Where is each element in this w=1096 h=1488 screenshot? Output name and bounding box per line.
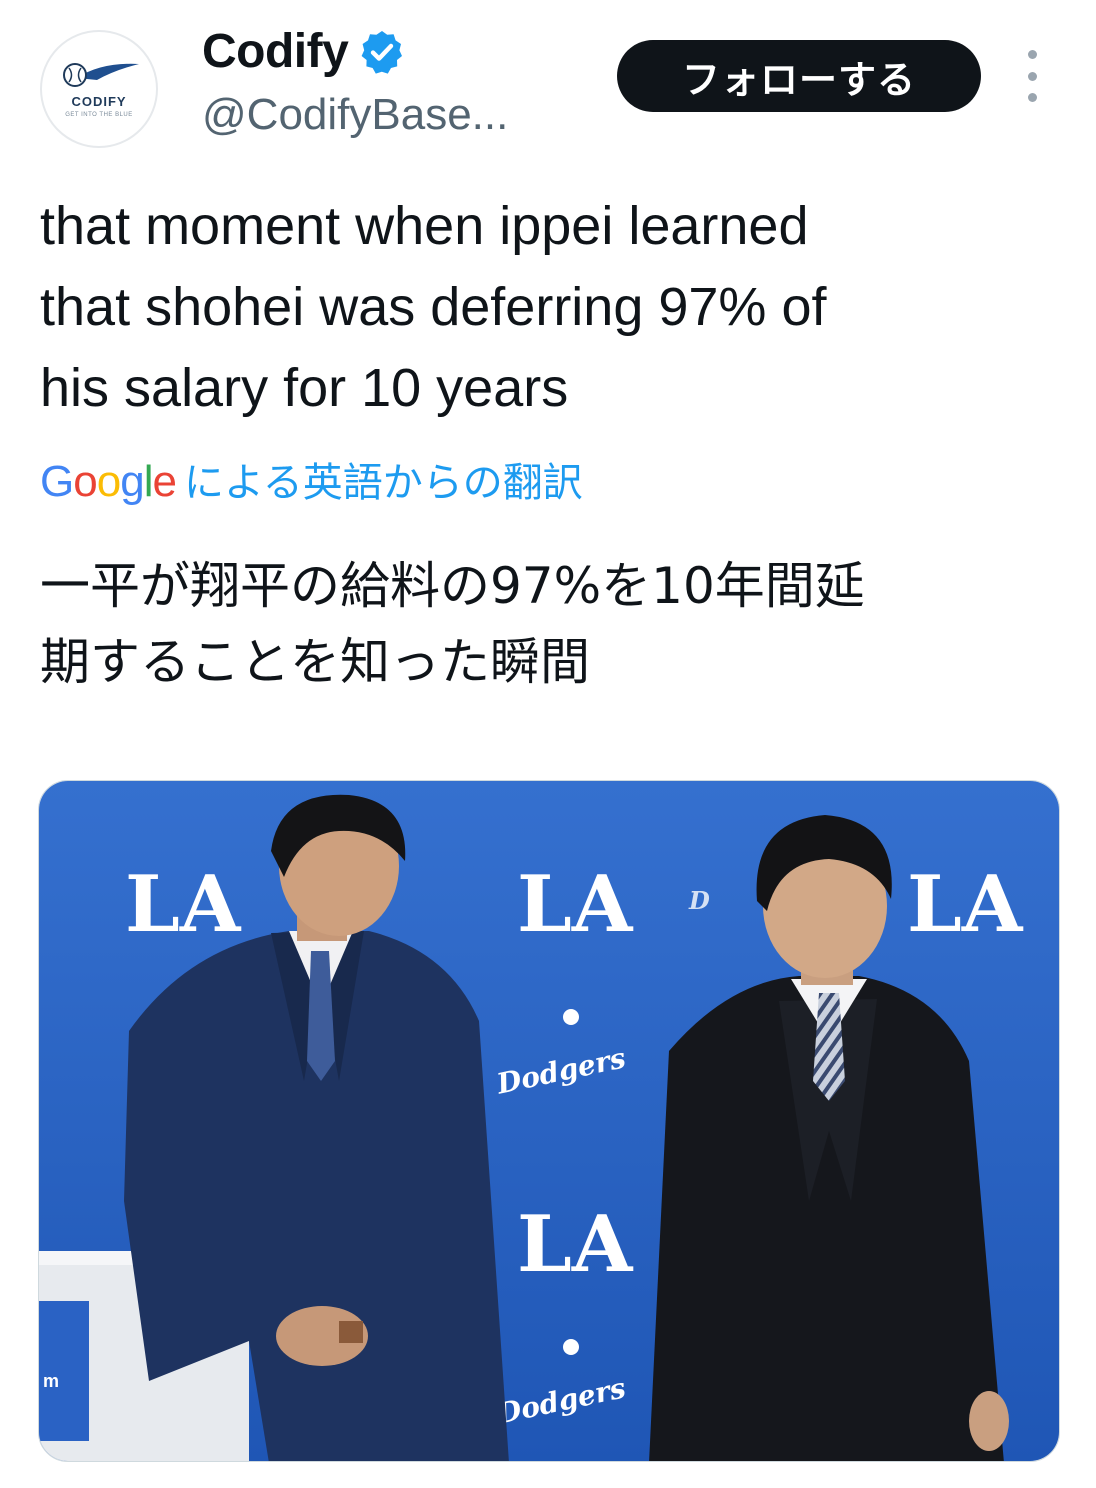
dodgers-logo: D [688,886,710,915]
avatar-logo-text: CODIFY [71,94,127,109]
tweet-text-line: his salary for 10 years [40,358,569,418]
tweet-card: CODIFY GET INTO THE BLUE Codify @CodifyB… [0,0,1096,1488]
avatar-tagline: GET INTO THE BLUE [65,112,133,118]
tweet-photo[interactable]: LA LA LA LA Dodgers Dodgers D m [38,780,1060,1462]
follow-button[interactable]: フォローする [617,40,981,112]
translated-text-line: 一平が翔平の給料の97%を10年間延 [40,557,865,615]
press-conference-photo: LA LA LA LA Dodgers Dodgers D m [39,781,1059,1461]
la-logo: LA [125,859,242,950]
avatar[interactable]: CODIFY GET INTO THE BLUE [40,30,158,148]
more-dot [1027,93,1037,102]
translated-text: 一平が翔平の給料の97%を10年間延 期することを知った瞬間 [40,548,1060,700]
tweet-text-line: that moment when ippei learned [40,196,809,256]
la-logo: LA [517,1199,634,1290]
author-display-name[interactable]: Codify [202,24,349,79]
baseball-wing-icon [63,63,139,87]
la-logo: LA [517,859,634,950]
tweet-text: that moment when ippei learned that shoh… [40,186,1040,429]
svg-text:m: m [43,1371,59,1391]
author-name-row: Codify [202,24,406,79]
la-logo: LA [907,859,1024,950]
tweet-text-line: that shohei was deferring 97% of [40,277,827,337]
google-logo: Google [40,457,177,506]
more-dot [1027,71,1037,81]
author-handle[interactable]: @CodifyBase... [202,90,508,140]
translation-attribution[interactable]: Google による英語からの翻訳 [40,450,583,508]
translated-text-line: 期することを知った瞬間 [40,633,590,691]
more-vertical-icon[interactable] [1016,50,1048,102]
more-dot [1027,50,1037,59]
translation-label[interactable]: による英語からの翻訳 [184,450,583,508]
verified-badge-icon [361,30,403,74]
